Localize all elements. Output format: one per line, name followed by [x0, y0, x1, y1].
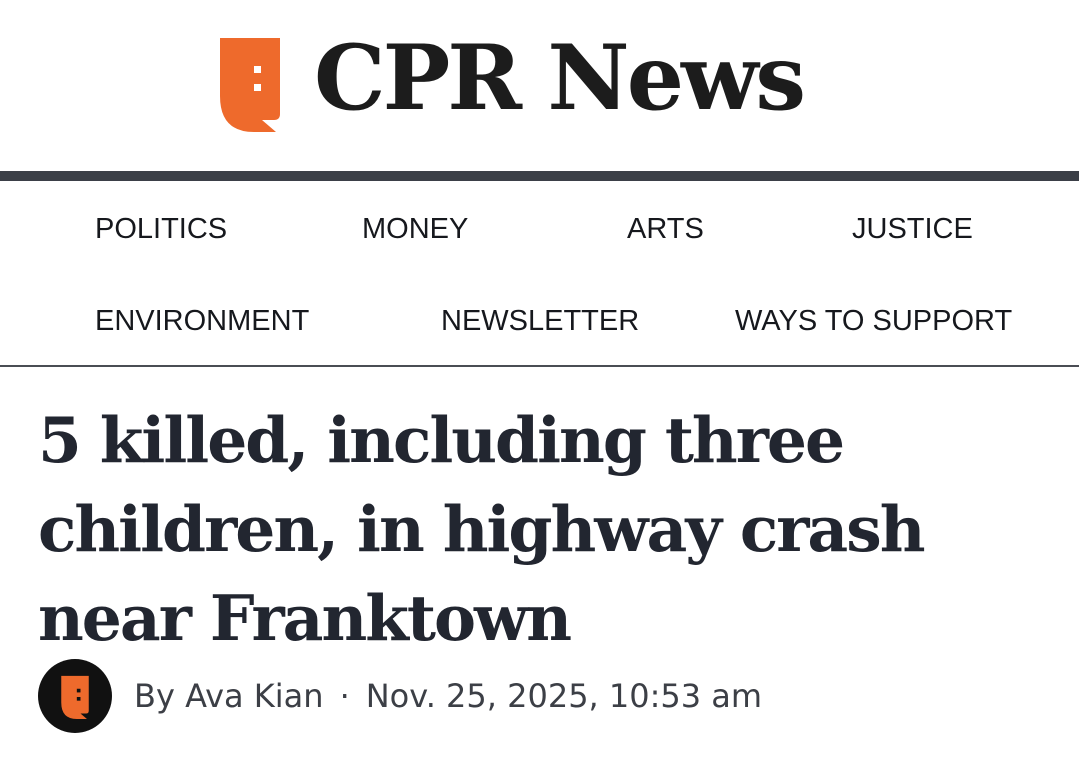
nav-item-justice[interactable]: JUSTICE — [852, 212, 973, 246]
header-divider — [0, 171, 1079, 181]
cpr-logo-icon[interactable] — [218, 36, 282, 132]
publish-date: Nov. 25, 2025, 10:53 am — [365, 677, 763, 715]
nav-item-politics[interactable]: POLITICS — [95, 212, 227, 246]
byline-separator: · — [339, 677, 350, 715]
byline-text: By Ava Kian · Nov. 25, 2025, 10:53 am — [134, 673, 762, 719]
article-byline: By Ava Kian · Nov. 25, 2025, 10:53 am — [38, 659, 1038, 733]
nav-item-newsletter[interactable]: NEWSLETTER — [441, 304, 639, 338]
nav-divider — [0, 365, 1079, 367]
author-name[interactable]: By Ava Kian — [134, 677, 324, 715]
nav-item-environment[interactable]: ENVIRONMENT — [95, 304, 309, 338]
nav-item-ways-to-support[interactable]: WAYS TO SUPPORT — [735, 304, 1012, 338]
cpr-logo-icon — [61, 675, 89, 719]
nav-item-money[interactable]: MONEY — [362, 212, 468, 246]
author-avatar[interactable] — [38, 659, 112, 733]
nav-item-arts[interactable]: ARTS — [627, 212, 704, 246]
site-header: CPR News — [0, 0, 1079, 171]
article-headline: 5 killed, including three children, in h… — [38, 403, 926, 655]
site-logo-text[interactable]: CPR News — [314, 20, 806, 136]
